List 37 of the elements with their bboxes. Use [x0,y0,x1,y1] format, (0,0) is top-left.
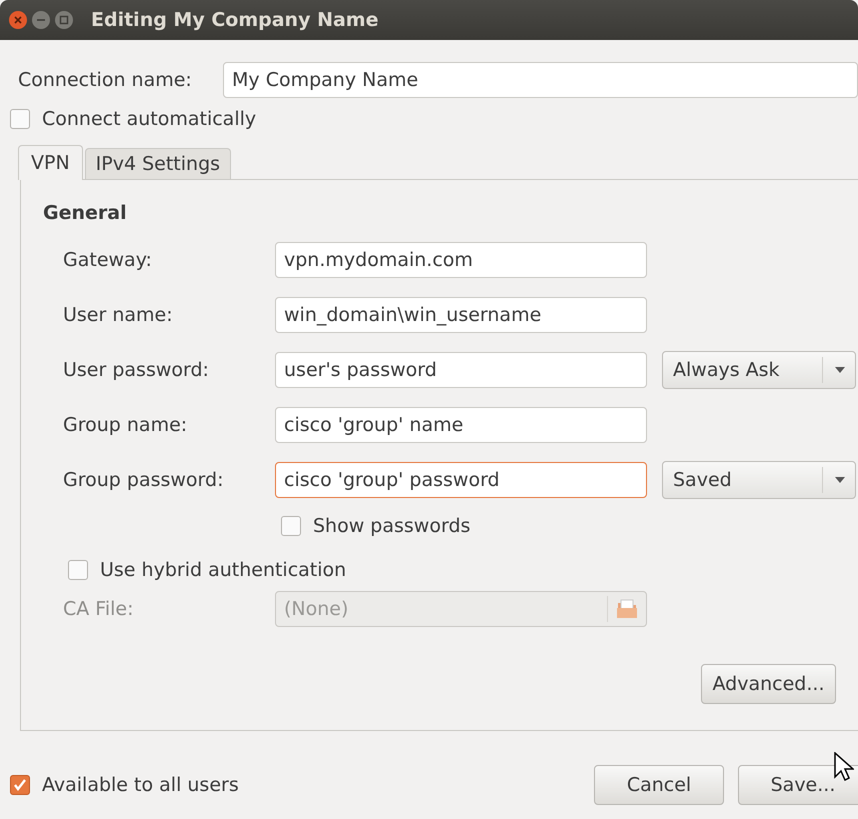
pointer-icon [834,752,854,782]
cancel-button[interactable]: Cancel [594,765,724,805]
folder-icon [616,598,638,618]
caret-icon [835,476,845,482]
input-field[interactable]: user's password [275,352,647,388]
maximize-icon[interactable] [54,10,74,30]
checkbox[interactable] [68,560,88,580]
close-icon[interactable] [8,10,28,30]
field-label: User name: [63,304,174,326]
checkbox-label: Use hybrid authentication [100,559,346,581]
field-label: Group password: [63,468,224,490]
field-label: Group name: [63,414,188,436]
input-field[interactable]: cisco 'group' password [275,462,647,498]
window-title: Editing My Company Name [91,9,378,31]
checkbox-label: Show passwords [313,515,470,537]
dropdown[interactable]: Always Ask [662,350,856,388]
advanced-button[interactable]: Advanced... [701,664,836,704]
section-title: General [43,202,128,224]
checkbox[interactable] [281,516,301,536]
checkbox-label: Available to all users [42,774,239,796]
save-button[interactable]: Save... [738,765,858,805]
checkbox-label: Connect automatically [42,108,256,130]
field-label: Connection name: [18,69,193,91]
tab[interactable]: VPN [18,145,83,180]
connection-name-field[interactable]: My Company Name [223,62,858,98]
input-field[interactable]: vpn.mydomain.com [275,242,647,278]
input-field[interactable]: cisco 'group' name [275,406,647,442]
field-label: User password: [63,358,210,380]
minimize-icon[interactable] [31,10,51,30]
field-label: Gateway: [63,248,153,270]
field-label: CA File: [63,598,134,620]
caret-icon [835,366,845,372]
checkbox[interactable] [10,775,30,795]
dropdown[interactable]: Saved [662,460,856,498]
input-field[interactable]: win_domain\win_username [275,296,647,332]
checkbox[interactable] [10,109,30,129]
tab[interactable]: IPv4 Settings [84,148,232,179]
